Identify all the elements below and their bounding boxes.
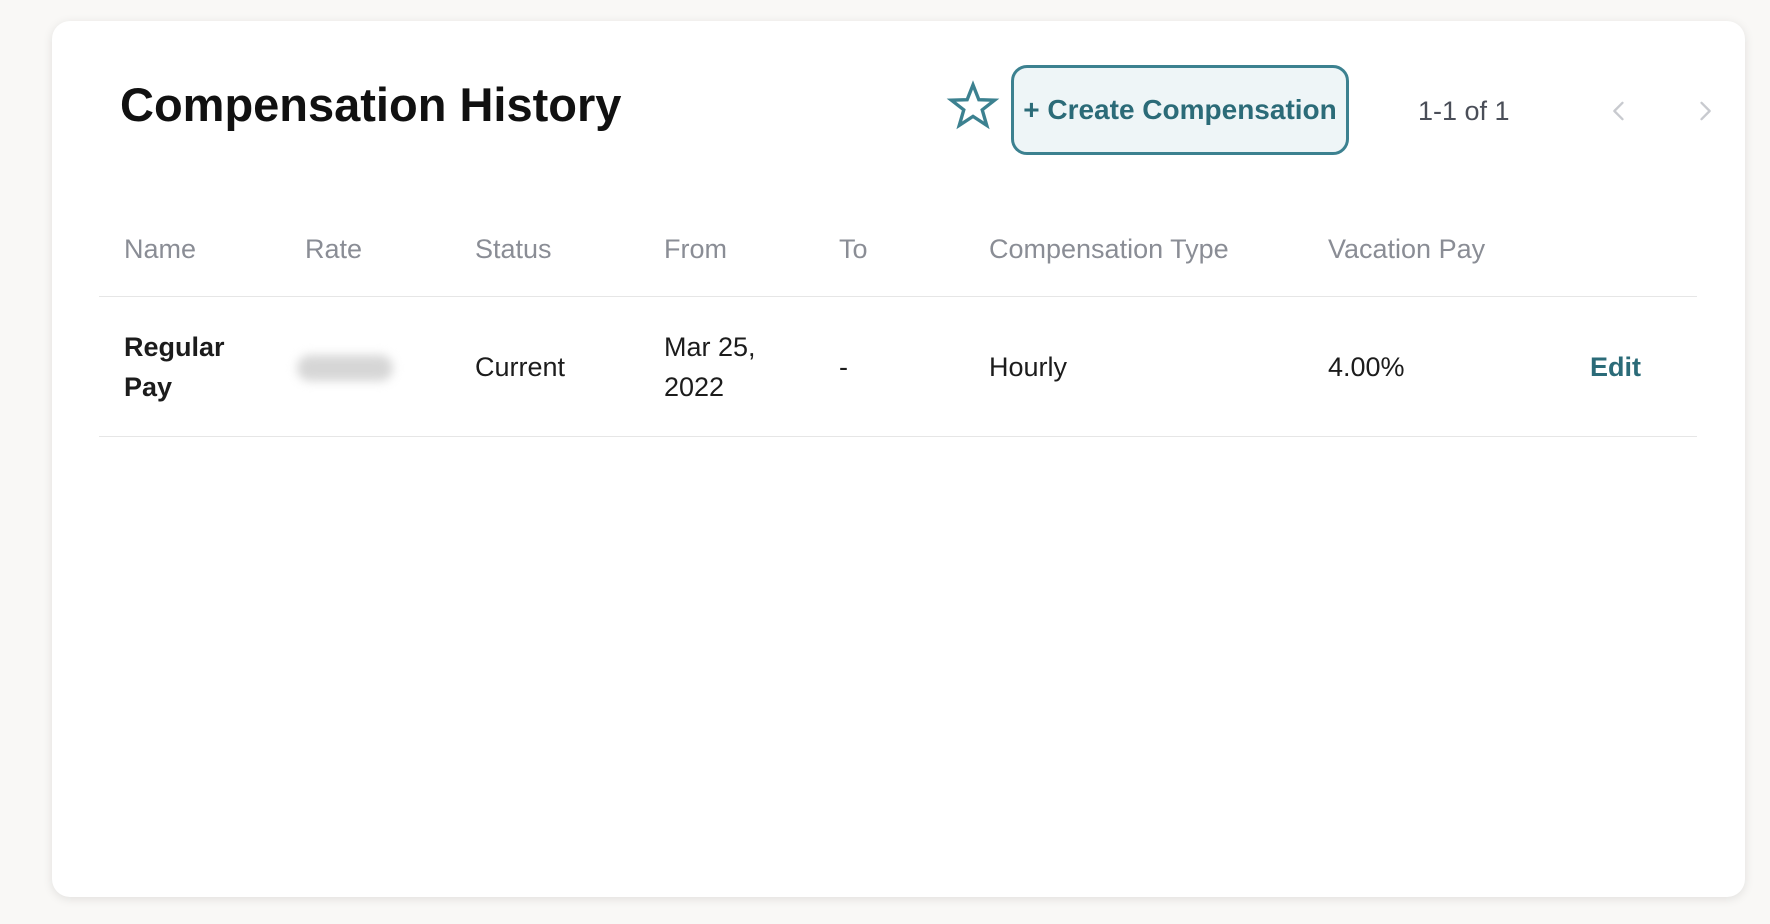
chevron-right-icon[interactable]: [1691, 97, 1719, 125]
pagination-count: 1-1 of 1: [1418, 96, 1510, 126]
row-from: Mar 25, 2022: [664, 327, 756, 407]
row-name-line2: Pay: [124, 372, 173, 402]
column-header-vacation-pay[interactable]: Vacation Pay: [1328, 234, 1485, 265]
star-icon[interactable]: [946, 79, 1000, 133]
row-name: Regular Pay: [124, 327, 225, 407]
row-to: -: [839, 352, 848, 382]
create-compensation-button[interactable]: + Create Compensation: [1011, 65, 1349, 155]
column-header-compensation-type[interactable]: Compensation Type: [989, 234, 1229, 265]
column-header-to[interactable]: To: [839, 234, 868, 265]
edit-link[interactable]: Edit: [1590, 347, 1641, 387]
column-header-name[interactable]: Name: [124, 234, 196, 265]
chevron-left-icon[interactable]: [1605, 97, 1633, 125]
column-header-from[interactable]: From: [664, 234, 727, 265]
column-header-rate[interactable]: Rate: [305, 234, 362, 265]
column-header-status[interactable]: Status: [475, 234, 552, 265]
row-compensation-type: Hourly: [989, 352, 1068, 382]
row-divider: [99, 436, 1697, 437]
row-from-line1: Mar 25,: [664, 332, 756, 362]
row-status: Current: [475, 352, 566, 382]
page-title: Compensation History: [120, 78, 622, 131]
rate-redacted: [297, 355, 393, 381]
header-divider: [99, 296, 1697, 297]
row-vacation-pay: 4.00%: [1328, 352, 1405, 382]
row-name-line1: Regular: [124, 332, 225, 362]
compensation-history-card: Compensation History + Create Compensati…: [52, 21, 1745, 897]
row-from-line2: 2022: [664, 372, 725, 402]
